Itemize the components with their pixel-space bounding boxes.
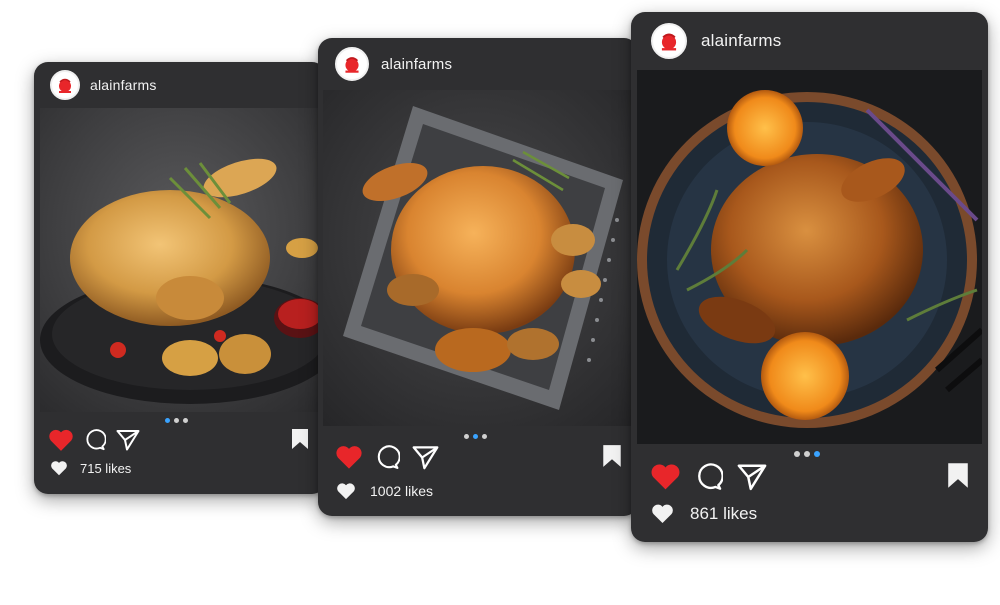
send-icon[interactable] (116, 429, 140, 451)
post-card-1: alainfarms 715 likes (34, 62, 326, 494)
post-header: alainfarms (34, 62, 326, 108)
likes-count[interactable]: 715 likes (50, 460, 131, 476)
alainfarms-logo-icon (59, 78, 71, 93)
alainfarms-logo-icon (345, 57, 359, 73)
likes-count[interactable]: 861 likes (651, 503, 757, 524)
post-photo[interactable] (637, 70, 982, 444)
heart-outline-icon (337, 483, 355, 500)
post-header: alainfarms (318, 38, 638, 90)
carousel-dot[interactable] (464, 434, 469, 439)
post-actions (650, 462, 767, 491)
profile-avatar[interactable] (335, 47, 369, 81)
carousel-dot[interactable] (482, 434, 487, 439)
likes-text: 861 likes (690, 503, 758, 523)
alainfarms-logo-icon (661, 33, 677, 51)
likes-text: 1002 likes (370, 483, 434, 499)
heart-outline-icon (51, 461, 67, 476)
comment-icon[interactable] (375, 444, 400, 470)
heart-outline-icon (652, 504, 673, 524)
carousel-dot[interactable] (804, 451, 810, 457)
carousel-dot[interactable] (174, 418, 179, 423)
carousel-dots (464, 434, 487, 439)
carousel-dots (165, 418, 188, 423)
username[interactable]: alainfarms (701, 31, 781, 51)
heart-icon[interactable] (335, 444, 363, 470)
profile-avatar[interactable] (651, 23, 687, 59)
carousel-dot[interactable] (794, 451, 800, 457)
carousel-dot[interactable] (183, 418, 188, 423)
send-icon[interactable] (737, 463, 767, 491)
heart-icon[interactable] (650, 462, 681, 491)
carousel-dot[interactable] (814, 451, 820, 457)
roast-chicken-in-tray-icon (323, 90, 633, 426)
bookmark-icon[interactable] (602, 444, 622, 468)
comment-icon[interactable] (695, 462, 723, 491)
roast-chicken-with-oranges-icon (637, 70, 982, 444)
post-actions (48, 428, 140, 452)
post-card-3: alainfarms 861 likes (631, 12, 988, 542)
bookmark-icon[interactable] (291, 428, 309, 450)
post-photo[interactable] (323, 90, 633, 426)
send-icon[interactable] (412, 445, 439, 470)
likes-text: 715 likes (80, 460, 132, 476)
username[interactable]: alainfarms (381, 56, 452, 73)
carousel-dot[interactable] (165, 418, 170, 423)
bookmark-icon[interactable] (947, 462, 969, 489)
post-actions (335, 444, 439, 470)
likes-count[interactable]: 1002 likes (336, 482, 433, 500)
post-card-2: alainfarms 1002 likes (318, 38, 638, 516)
heart-icon[interactable] (48, 428, 74, 452)
roast-chicken-on-plate-icon (40, 108, 320, 412)
post-header: alainfarms (631, 12, 988, 70)
profile-avatar[interactable] (50, 70, 80, 100)
carousel-dot[interactable] (473, 434, 478, 439)
username[interactable]: alainfarms (90, 77, 157, 93)
post-photo[interactable] (40, 108, 320, 412)
carousel-dots (794, 451, 820, 457)
comment-icon[interactable] (84, 429, 106, 451)
